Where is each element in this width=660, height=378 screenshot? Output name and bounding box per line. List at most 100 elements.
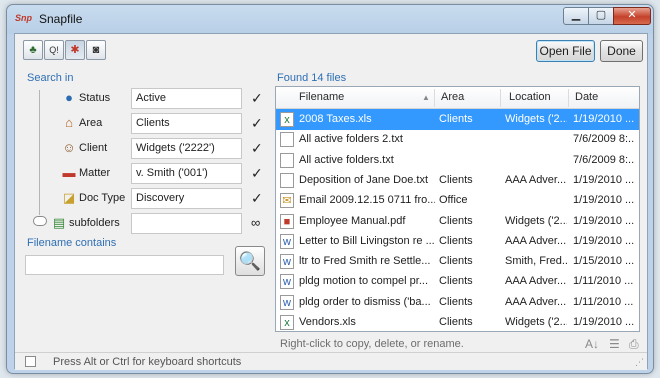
subfolders-icon: ▤ — [52, 215, 66, 230]
status-field[interactable]: Active — [131, 88, 242, 109]
area-field[interactable]: Clients — [131, 113, 242, 134]
file-row[interactable]: w pldg motion to compel pr... Clients AAA A… — [276, 271, 639, 292]
subfolders-field[interactable] — [131, 213, 242, 234]
file-area-cell: Clients — [439, 316, 473, 328]
globe-icon: ● — [65, 90, 73, 105]
file-name-cell: pldg order to dismiss ('ba... — [299, 295, 431, 308]
word-icon: w — [280, 233, 294, 249]
snapfile-logo-icon: Snp — [15, 13, 32, 23]
house-icon: ⌂ — [65, 115, 73, 130]
snapfile-window: Snp Snapfile ▁ ▢ ✕ ♣ Q! ✱ ◙ Open File Do… — [6, 4, 654, 374]
status-bar: Press Alt or Ctrl for keyboard shortcuts… — [15, 352, 647, 370]
resize-grip-icon[interactable]: ⋰ — [635, 357, 644, 368]
file-area-cell: Clients — [439, 255, 473, 268]
doc-type-field[interactable]: Discovery — [131, 188, 242, 209]
file-date-cell: 1/11/2010 ... — [573, 275, 634, 288]
file-row[interactable]: ✉ Email 2009.12.15 0711 fro... Office 1/19/… — [276, 190, 639, 211]
text-file-icon — [280, 132, 294, 148]
file-location-cell: Widgets ('2... — [505, 113, 567, 125]
column-date[interactable]: Date — [575, 91, 598, 103]
file-row[interactable]: w Letter to Bill Livingston re ... Clients… — [276, 231, 639, 252]
open-file-button[interactable]: Open File — [536, 40, 595, 62]
maximize-button[interactable]: ▢ — [588, 7, 614, 25]
client-field[interactable]: Widgets ('2222') — [131, 138, 242, 159]
status-check-icon[interactable]: ✓ — [251, 90, 263, 107]
file-area-cell: Clients — [439, 275, 473, 288]
client-area: ♣ Q! ✱ ◙ Open File Done Search in ● Stat… — [14, 33, 648, 370]
file-name-cell: Deposition of Jane Doe.txt — [299, 173, 429, 186]
excel-icon: x — [280, 112, 294, 127]
file-area-cell: Office — [439, 194, 468, 207]
area-check-icon[interactable]: ✓ — [251, 115, 263, 132]
minimize-button[interactable]: ▁ — [563, 7, 589, 25]
title-bar[interactable]: Snp Snapfile ▁ ▢ ✕ — [7, 5, 653, 33]
column-divider[interactable] — [434, 89, 435, 107]
sort-az-icon[interactable]: A↓ — [585, 337, 599, 351]
file-name-cell: Letter to Bill Livingston re ... — [299, 234, 435, 247]
window-title: Snapfile — [39, 12, 83, 26]
file-row[interactable]: All active folders.txt 7/6/2009 8:... — [276, 150, 639, 171]
file-row[interactable]: w ltr to Fred Smith re Settle... Clients Sm… — [276, 251, 639, 272]
search-in-label: Search in — [27, 72, 74, 84]
client-label: Client — [79, 142, 108, 154]
done-button[interactable]: Done — [600, 40, 643, 62]
results-list: Filename ▲ Area Location Date x 2008 Taxe… — [275, 86, 640, 332]
column-location[interactable]: Location — [509, 91, 551, 103]
magnifier-icon[interactable]: 🔍 — [235, 246, 265, 276]
file-row[interactable]: ■ Employee Manual.pdf Clients Widgets ('2..… — [276, 211, 639, 232]
keyboard-shortcuts-icon — [25, 356, 36, 367]
column-area[interactable]: Area — [441, 91, 464, 103]
column-divider[interactable] — [568, 89, 569, 107]
leaf-icon[interactable]: ♣ — [23, 40, 43, 60]
text-file-icon — [280, 172, 294, 188]
file-location-cell: AAA Adver... — [505, 295, 567, 308]
status-text: Press Alt or Ctrl for keyboard shortcuts — [53, 356, 242, 368]
filename-contains-input[interactable] — [25, 255, 224, 275]
doc-type-row: ◪ Doc Type Discovery ✓ — [15, 188, 277, 210]
pdf-icon: ■ — [280, 213, 294, 229]
file-location-cell: Widgets ('2... — [505, 316, 567, 328]
file-location-cell: Widgets ('2... — [505, 214, 567, 227]
camera-icon[interactable]: ◙ — [86, 40, 106, 60]
file-date-cell: 1/19/2010 ... — [573, 194, 635, 207]
network-icon[interactable]: ✱ — [65, 40, 85, 60]
file-area-cell: Clients — [439, 113, 473, 125]
doc-type-icon: ◪ — [62, 190, 76, 205]
matter-label: Matter — [79, 167, 111, 179]
file-row[interactable]: w pldg order to dismiss ('ba... Clients AAA… — [276, 292, 639, 313]
matter-field[interactable]: v. Smith ('001') — [131, 163, 242, 184]
list-header: Filename ▲ Area Location Date — [276, 87, 639, 109]
infinity-icon[interactable]: ∞ — [251, 215, 260, 230]
file-date-cell: 7/6/2009 8:... — [573, 133, 635, 146]
close-button[interactable]: ✕ — [613, 7, 651, 25]
person-icon: ☺ — [62, 140, 76, 155]
file-name-cell: Vendors.xls — [299, 316, 356, 328]
found-files-label: Found 14 files — [277, 72, 347, 84]
file-name-cell: All active folders.txt — [299, 153, 394, 166]
columns-icon[interactable]: ☰ — [609, 337, 620, 351]
file-name-cell: 2008 Taxes.xls — [299, 113, 372, 125]
print-icon[interactable]: ⎙ — [629, 337, 639, 352]
search-question-icon[interactable]: Q! — [44, 40, 64, 60]
doc-type-check-icon[interactable]: ✓ — [251, 190, 263, 207]
matter-row: ▬ Matter v. Smith ('001') ✓ — [15, 163, 277, 185]
status-label: Status — [79, 92, 111, 104]
subfolders-toggle[interactable] — [33, 216, 47, 226]
client-check-icon[interactable]: ✓ — [251, 140, 263, 157]
text-file-icon — [280, 152, 294, 168]
column-divider[interactable] — [500, 89, 501, 107]
file-date-cell: 1/19/2010 ... — [573, 173, 635, 186]
file-date-cell: 1/19/2010 ... — [573, 234, 635, 247]
file-row[interactable]: x Vendors.xls Clients Widgets ('2... 1/19/20… — [276, 312, 639, 331]
file-row[interactable]: Deposition of Jane Doe.txt Clients AAA Adv… — [276, 170, 639, 191]
file-row[interactable]: x 2008 Taxes.xls Clients Widgets ('2... 1/19… — [276, 109, 639, 130]
column-filename[interactable]: Filename — [299, 91, 344, 103]
word-icon: w — [280, 274, 294, 290]
client-row: ☺ Client Widgets ('2222') ✓ — [15, 138, 277, 160]
file-location-cell: AAA Adver... — [505, 173, 567, 186]
file-row[interactable]: All active folders 2.txt 7/6/2009 8:... — [276, 129, 639, 150]
file-name-cell: All active folders 2.txt — [299, 133, 403, 146]
area-label: Area — [79, 117, 103, 129]
sort-arrow-icon: ▲ — [422, 93, 430, 102]
matter-check-icon[interactable]: ✓ — [251, 165, 263, 182]
